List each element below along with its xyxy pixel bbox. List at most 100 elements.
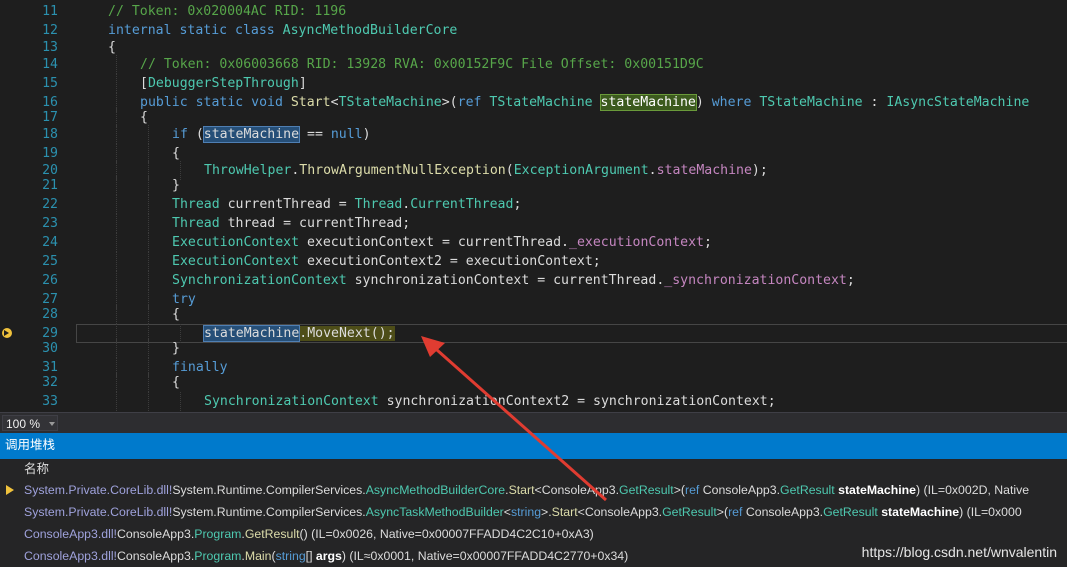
code-token: SynchronizationContext [172,273,347,288]
line-number: 23 [42,216,58,231]
code-token: _executionContext [569,235,704,250]
indent-guide [148,373,149,392]
frame-token: System.Runtime.CompilerServices. [172,483,366,497]
indent-guide [116,271,117,290]
indent-guide [148,195,149,214]
code-token: internal static class [108,23,283,38]
current-statement-arrow-icon[interactable] [2,328,12,338]
frame-token: Start [551,505,578,519]
code-editor[interactable]: 11// Token: 0x020004AC RID: 1196 12 intern… [0,0,1067,412]
code-token: null [330,127,363,142]
indent-guide [116,214,117,233]
frame-token: ) (IL=0x002D, Native [916,483,1030,497]
line-number: 28 [42,307,58,322]
frame-token: stateMachine [881,505,960,519]
code-text: if (stateMachine == null) [172,125,371,144]
frame-token: GetResult [662,505,717,519]
code-token: CurrentThread [410,197,514,212]
code-text: SynchronizationContext synchronizationCo… [204,392,776,411]
code-line[interactable]: 11 // Token: 0x020004AC RID: 1196 [0,2,1067,21]
line-number: 32 [42,375,58,390]
frame-token: ConsoleApp3. [702,483,781,497]
line-number: 14 [42,57,58,72]
call-stack-frame[interactable]: ConsoleApp3.dll!ConsoleApp3.Program.GetR… [0,523,1067,545]
indent-guide [116,55,117,74]
frame-token: () (IL=0x0026, Native=0x00007FFADD4C2C10… [299,527,594,541]
frame-token: [] [305,549,316,563]
line-number: 25 [42,254,58,269]
frame-name: System.Private.CoreLib.dll!System.Runtim… [24,479,1029,501]
call-stack-panel-title: 调用堆栈 [0,433,1067,457]
frame-token: args [315,549,342,563]
code-token: { [172,307,180,322]
frame-token: string [275,549,306,563]
frame-token: GetResult [244,527,300,541]
code-token: executionContext2 = executionContext; [299,254,601,269]
code-text: ExecutionContext executionContext = curr… [172,233,712,252]
code-line[interactable]: 28 { [0,305,1067,324]
code-line[interactable]: 26 SynchronizationContext synchronization… [0,271,1067,290]
indent-guide [116,74,117,93]
code-line[interactable]: 18 if (stateMachine == null) [0,125,1067,144]
frame-token: ConsoleApp3. [116,549,195,563]
zoom-dropdown[interactable]: 100 % [2,415,58,431]
indent-guide [116,176,117,195]
code-text: // Token: 0x020004AC RID: 1196 [108,2,346,21]
indent-guide [116,373,117,392]
indent-guide [116,305,117,324]
code-line[interactable]: 24 ExecutionContext executionContext = cu… [0,233,1067,252]
code-line[interactable]: 33 SynchronizationContext synchronization… [0,392,1067,411]
call-stack-column-header[interactable]: 名称 [0,459,1067,480]
code-token: ] [298,76,307,91]
code-token: { [140,110,148,125]
code-text: { [172,373,180,392]
frame-name: ConsoleApp3.dll!ConsoleApp3.Program.Main… [24,545,628,567]
code-line[interactable]: 21} [0,176,1067,195]
code-token: } [172,341,180,356]
code-line[interactable]: 14 // Token: 0x06003668 RID: 13928 RVA: 0… [0,55,1067,74]
code-line[interactable]: 32 { [0,373,1067,392]
indent-guide [116,125,117,144]
code-text: // Token: 0x06003668 RID: 13928 RVA: 0x0… [140,55,704,74]
code-token: AsyncMethodBuilderCore [282,23,458,38]
indent-guide [148,271,149,290]
frame-token: ) (IL=0x000 [959,505,1022,519]
code-line[interactable]: 22 Thread currentThread = Thread.CurrentT… [0,195,1067,214]
editor-status-bar: 100 % [0,412,1067,433]
call-stack-frame[interactable]: System.Private.CoreLib.dll!System.Runtim… [0,501,1067,523]
frame-token: Start [508,483,535,497]
chevron-down-icon [49,422,55,426]
code-token: thread = currentThread; [219,216,411,231]
code-token: ExecutionContext [172,235,300,250]
code-token: ; [703,235,712,250]
code-line[interactable]: 23 Thread thread = currentThread; [0,214,1067,233]
indent-guide [116,252,117,271]
code-text: [DebuggerStepThrough] [140,74,307,93]
frame-token: string [510,505,542,519]
line-number: 18 [42,127,58,142]
frame-token: < [534,483,542,497]
code-token: DebuggerStepThrough [147,76,299,91]
code-token: ; [513,197,522,212]
call-stack-frame[interactable]: System.Private.CoreLib.dll!System.Runtim… [0,479,1067,501]
code-token: { [108,40,116,55]
code-line[interactable]: 25 ExecutionContext executionContext2 = e… [0,252,1067,271]
current-frame-arrow-icon [6,485,14,495]
code-line[interactable]: 30} [0,339,1067,358]
code-token: if [172,127,196,142]
frame-name: ConsoleApp3.dll!ConsoleApp3.Program.GetR… [24,523,594,545]
code-token: synchronizationContext = currentThread. [346,273,665,288]
frame-token: < [503,505,511,519]
frame-token: ConsoleApp3. [584,505,663,519]
column-name-label: 名称 [24,462,50,476]
indent-guide [116,339,117,358]
frame-token: >( [716,505,729,519]
code-text: { [172,305,180,324]
frame-token: Main [244,549,272,563]
code-line[interactable]: 15 [DebuggerStepThrough] [0,74,1067,93]
frame-token: >. [541,505,552,519]
code-token: synchronizationContext2 = synchronizatio… [378,394,776,409]
frame-token: System.Private.CoreLib.dll! [24,483,173,497]
code-token: { [172,146,180,161]
indent-guide [148,252,149,271]
